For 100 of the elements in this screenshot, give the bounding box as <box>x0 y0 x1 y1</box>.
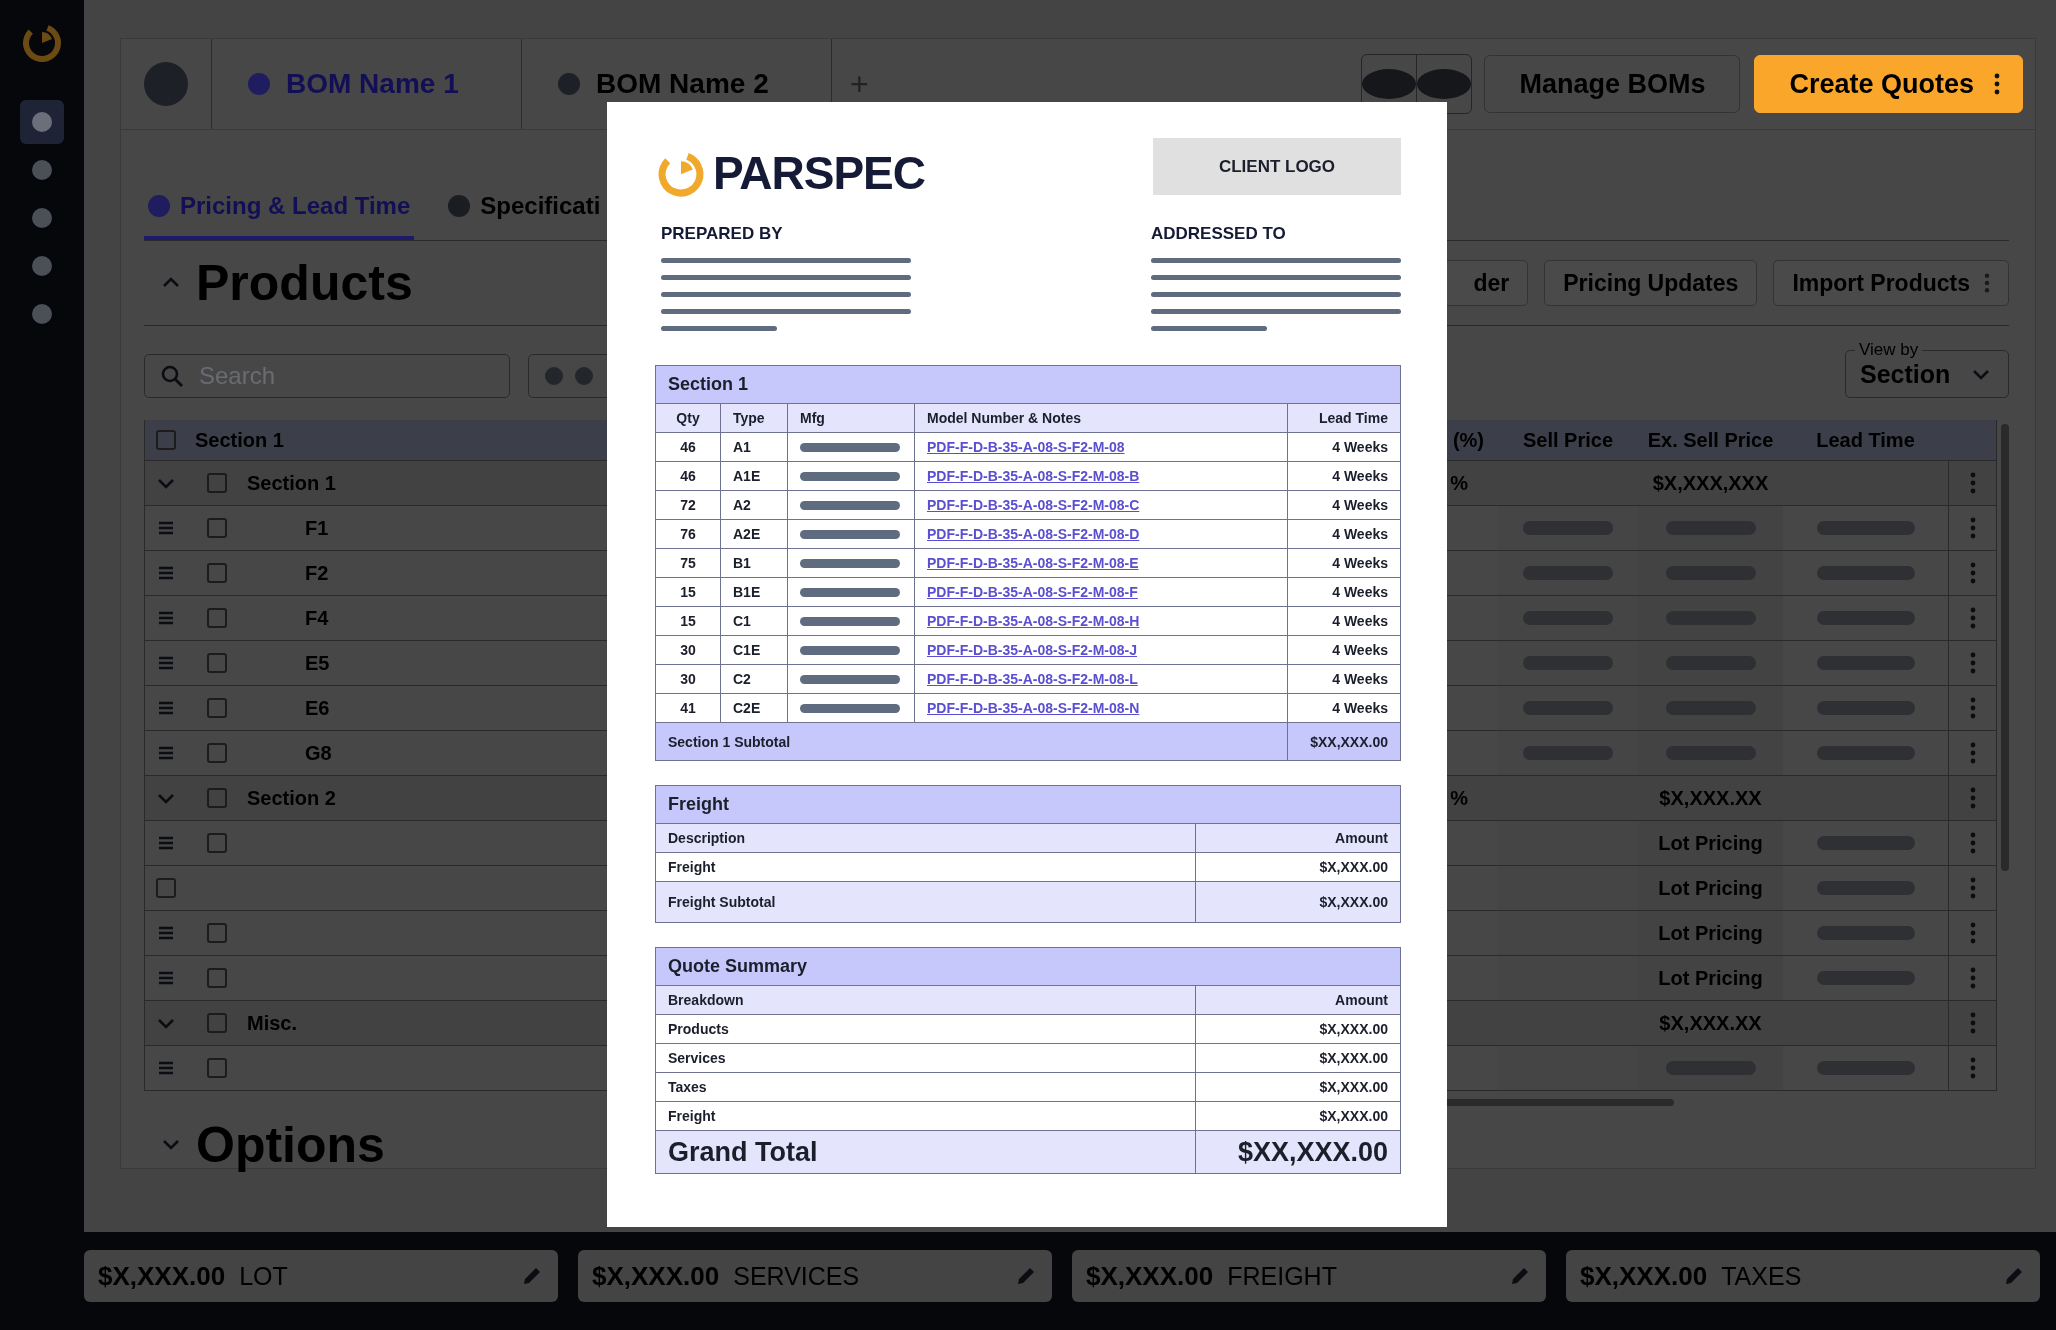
column-header: Lead Time <box>1816 428 1915 452</box>
grand-total-amount: $XX,XXX.00 <box>1195 1130 1401 1174</box>
chevron-icon[interactable] <box>157 477 175 489</box>
checkbox[interactable] <box>207 608 227 628</box>
column-header: Model Number & Notes <box>914 403 1288 433</box>
chevron-icon[interactable] <box>162 276 180 288</box>
field-label: View by <box>1855 340 1923 360</box>
table-cell: $X,XXX.00 <box>1195 1101 1401 1131</box>
table-cell: C1 <box>720 606 788 636</box>
search-icon <box>160 364 184 388</box>
drag-handle-icon[interactable] <box>158 566 174 580</box>
table-cell: % <box>1450 471 1468 495</box>
checkbox[interactable] <box>156 430 176 450</box>
column-header: Type <box>720 403 788 433</box>
toolbar-icon[interactable] <box>1417 69 1472 99</box>
chevron-icon[interactable] <box>162 1138 180 1150</box>
drag-handle-icon[interactable] <box>158 701 174 715</box>
column-header: Mfg <box>787 403 915 433</box>
table-cell: 75 <box>655 548 721 578</box>
table-cell: 30 <box>655 664 721 694</box>
table-cell: % <box>1450 786 1468 810</box>
field-heading: PREPARED BY <box>661 224 784 244</box>
grand-total-label: Grand Total <box>655 1130 1196 1174</box>
table-cell: A1 <box>720 432 788 462</box>
table-cell: Services <box>655 1043 1196 1073</box>
table-cell: F1 <box>305 516 329 540</box>
column-header: Description <box>655 823 1196 853</box>
column-header: Lead Time <box>1287 403 1401 433</box>
table-cell: Lot Pricing <box>1658 921 1763 945</box>
checkbox[interactable] <box>156 878 176 898</box>
table-cell: A2 <box>720 490 788 520</box>
avatar[interactable] <box>144 62 188 106</box>
table-cell: $XX,XXX.00 <box>1287 722 1401 761</box>
drag-handle-icon[interactable] <box>158 656 174 670</box>
table-cell: 4 Weeks <box>1287 606 1401 636</box>
drag-handle-icon[interactable] <box>158 836 174 850</box>
checkbox[interactable] <box>207 743 227 763</box>
chevron-icon[interactable] <box>157 792 175 804</box>
drag-handle-icon[interactable] <box>158 926 174 940</box>
checkbox[interactable] <box>207 473 227 493</box>
section-name: Misc. <box>247 1011 298 1035</box>
checkbox[interactable] <box>207 923 227 943</box>
create-quotes-button[interactable]: Create Quotes <box>1754 55 2023 113</box>
caret-icon[interactable] <box>1972 368 1990 380</box>
toolbar-icon[interactable] <box>1362 69 1417 99</box>
table-cell: Taxes <box>655 1072 1196 1102</box>
table-title: Quote Summary <box>655 947 1401 986</box>
table-cell: $X,XXX,XXX <box>1652 471 1769 495</box>
table-cell: 4 Weeks <box>1287 693 1401 723</box>
table-cell: 76 <box>655 519 721 549</box>
checkbox[interactable] <box>207 698 227 718</box>
checkbox[interactable] <box>207 968 227 988</box>
field-heading: ADDRESSED TO <box>1151 224 1287 244</box>
checkbox[interactable] <box>207 1058 227 1078</box>
section-heading: Options <box>196 1116 385 1174</box>
checkbox[interactable] <box>207 518 227 538</box>
placeholder-label: CLIENT LOGO <box>1218 156 1336 177</box>
table-cell: 30 <box>655 635 721 665</box>
sidebar-item[interactable] <box>20 100 64 144</box>
table-cell: 72 <box>655 490 721 520</box>
drag-handle-icon[interactable] <box>158 611 174 625</box>
total-amount: $X,XXX.00 <box>1580 1260 1708 1292</box>
pencil-icon[interactable] <box>1016 1266 1036 1286</box>
chevron-icon[interactable] <box>157 1017 175 1029</box>
section-name: Section 2 <box>247 786 336 810</box>
column-header: Amount <box>1195 985 1401 1015</box>
drag-handle-icon[interactable] <box>158 1061 174 1075</box>
checkbox[interactable] <box>207 563 227 583</box>
table-cell: 4 Weeks <box>1287 577 1401 607</box>
table-cell: Lot Pricing <box>1658 876 1763 900</box>
table-cell: 4 Weeks <box>1287 519 1401 549</box>
drag-handle-icon[interactable] <box>158 521 174 535</box>
table-cell: $X,XXX.00 <box>1195 1014 1401 1044</box>
pencil-icon[interactable] <box>2004 1266 2024 1286</box>
scrollbar[interactable] <box>2001 424 2009 871</box>
table-cell: B1E <box>720 577 788 607</box>
table-cell: E5 <box>305 651 330 675</box>
brand-name: PARSPEC <box>713 146 925 200</box>
table-cell: 15 <box>655 577 721 607</box>
checkbox[interactable] <box>207 653 227 673</box>
table-cell: E6 <box>305 696 330 720</box>
table-cell: 4 Weeks <box>1287 635 1401 665</box>
pencil-icon[interactable] <box>1510 1266 1530 1286</box>
total-label: FREIGHT <box>1227 1261 1338 1291</box>
kebab-icon[interactable] <box>1994 72 2000 96</box>
table-cell: C2 <box>720 664 788 694</box>
pencil-icon[interactable] <box>522 1266 542 1286</box>
drag-handle-icon[interactable] <box>158 746 174 760</box>
checkbox[interactable] <box>207 788 227 808</box>
checkbox[interactable] <box>207 833 227 853</box>
table-cell: 4 Weeks <box>1287 461 1401 491</box>
column-header: Qty <box>655 403 721 433</box>
total-amount: $X,XXX.00 <box>98 1260 226 1292</box>
total-label: SERVICES <box>733 1261 861 1291</box>
checkbox[interactable] <box>207 1013 227 1033</box>
table-title: Section 1 <box>655 365 1401 404</box>
table-cell: Section 1 Subtotal <box>655 722 1288 761</box>
drag-handle-icon[interactable] <box>158 971 174 985</box>
table-cell: Products <box>655 1014 1196 1044</box>
section-heading: Products <box>196 254 413 312</box>
